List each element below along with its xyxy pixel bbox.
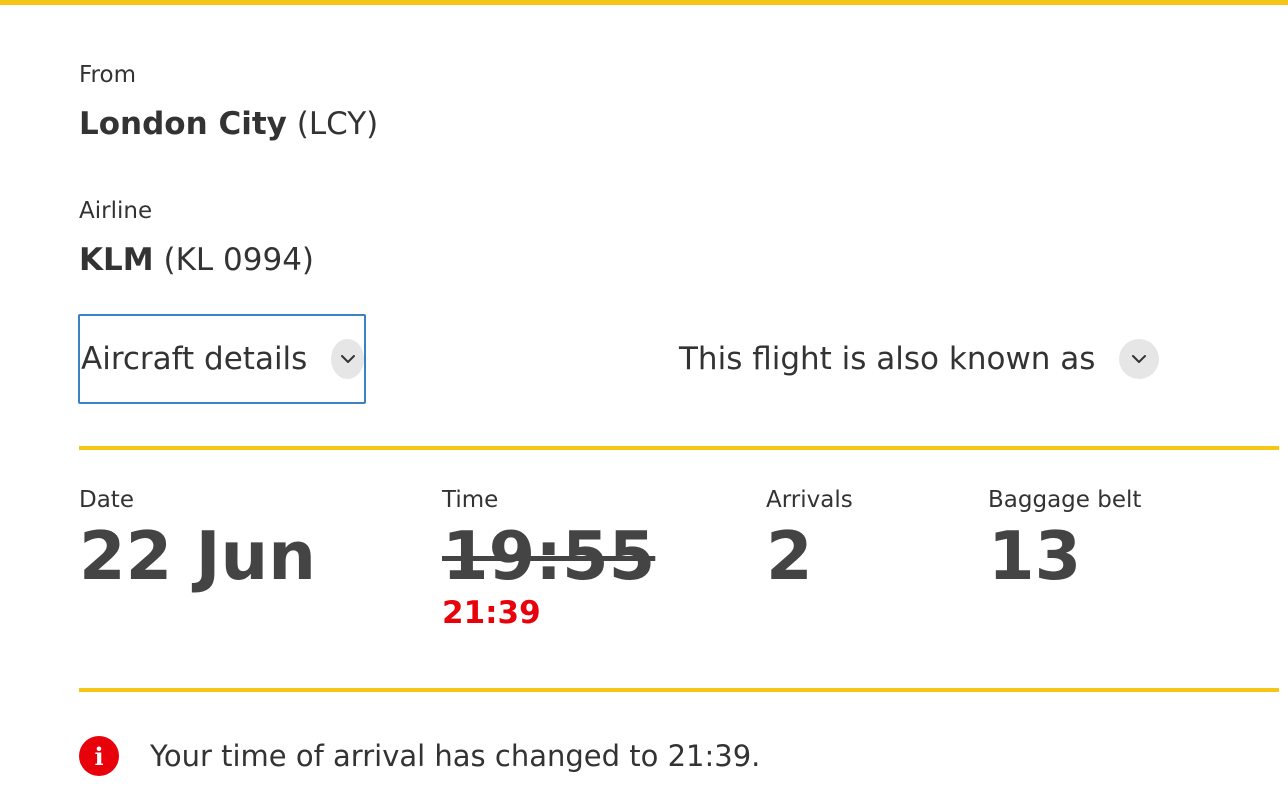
also-known-as-label: This flight is also known as xyxy=(679,341,1096,377)
baggage-label: Baggage belt xyxy=(988,487,1142,513)
aircraft-details-toggle[interactable]: Aircraft details xyxy=(78,314,366,404)
actual-time: 21:39 xyxy=(442,595,541,631)
date-column: Date 22 Jun xyxy=(79,484,316,596)
airline-name: KLM xyxy=(79,242,154,278)
airline-label: Airline xyxy=(79,198,153,224)
arrivals-value: 2 xyxy=(766,517,813,595)
arrival-change-notice: i Your time of arrival has changed to 21… xyxy=(79,736,760,776)
divider xyxy=(79,446,1279,450)
notice-text: Your time of arrival has changed to 21:3… xyxy=(150,739,761,773)
baggage-column: Baggage belt 13 xyxy=(988,484,1141,596)
chevron-down-icon xyxy=(331,339,364,379)
origin-airport-code: (LCY) xyxy=(296,106,379,142)
arrivals-label: Arrivals xyxy=(766,487,853,513)
date-label: Date xyxy=(79,487,134,513)
also-known-as-toggle[interactable]: This flight is also known as xyxy=(679,314,1160,404)
airline-value: KLM (KL 0994) xyxy=(79,242,314,278)
flight-number: (KL 0994) xyxy=(163,242,315,278)
info-icon: i xyxy=(79,736,119,776)
baggage-value: 13 xyxy=(988,517,1082,595)
arrivals-column: Arrivals 2 xyxy=(766,484,853,596)
time-label: Time xyxy=(442,487,499,513)
scheduled-time: 19:55 xyxy=(442,517,656,595)
from-label: From xyxy=(79,62,136,88)
time-column: Time 19:55 21:39 xyxy=(442,484,655,632)
divider xyxy=(79,688,1279,692)
from-value: London City (LCY) xyxy=(79,106,378,142)
top-accent-rule xyxy=(0,0,1288,5)
aircraft-details-label: Aircraft details xyxy=(81,341,308,377)
chevron-down-icon xyxy=(1119,339,1160,379)
date-value: 22 Jun xyxy=(79,517,316,595)
origin-airport-name: London City xyxy=(79,106,287,142)
